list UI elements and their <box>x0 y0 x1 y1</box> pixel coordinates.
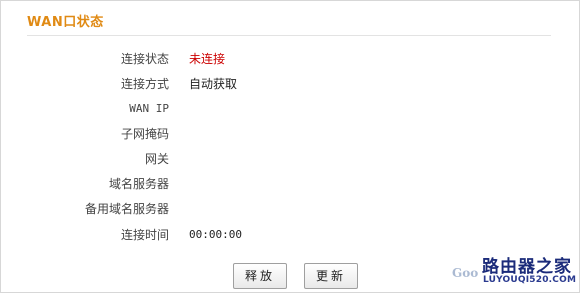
connection-status-label: 连接状态 <box>120 52 169 66</box>
watermark-site-name: 路由器之家 <box>482 257 572 277</box>
row-subnet-mask: 子网掩码 <box>1 126 580 142</box>
site-watermark: Goo 路由器之家 LUYOUQI520.COM <box>452 251 578 291</box>
connection-type-value: 自动获取 <box>189 77 238 91</box>
row-gateway: 网关 <box>1 151 580 167</box>
row-dns-server: 域名服务器 <box>1 176 580 192</box>
wan-ip-label: WAN IP <box>129 102 169 115</box>
connection-time-label: 连接时间 <box>120 228 169 242</box>
release-button[interactable]: 释放 <box>233 263 287 289</box>
connection-status-value: 未连接 <box>189 52 226 66</box>
title-divider <box>27 35 551 36</box>
renew-button[interactable]: 更新 <box>304 263 358 289</box>
row-backup-dns-server: 备用域名服务器 <box>1 201 580 217</box>
row-wan-ip: WAN IP <box>1 101 580 117</box>
watermark-google-fragment: Goo <box>452 266 479 280</box>
connection-time-value: 00:00:00 <box>189 228 242 241</box>
section-title: WAN口状态 <box>27 15 104 30</box>
row-connection-time: 连接时间 00:00:00 <box>1 227 580 243</box>
connection-type-label: 连接方式 <box>120 77 169 91</box>
wan-status-panel: WAN口状态 连接状态 未连接 连接方式 自动获取 WAN IP 子网掩码 网关… <box>0 0 580 293</box>
row-connection-type: 连接方式 自动获取 <box>1 76 580 92</box>
backup-dns-server-label: 备用域名服务器 <box>84 202 169 216</box>
dns-server-label: 域名服务器 <box>108 177 169 191</box>
subnet-mask-label: 子网掩码 <box>120 127 169 141</box>
gateway-label: 网关 <box>144 152 169 166</box>
watermark-url: LUYOUQI520.COM <box>483 275 577 285</box>
row-connection-status: 连接状态 未连接 <box>1 51 580 67</box>
